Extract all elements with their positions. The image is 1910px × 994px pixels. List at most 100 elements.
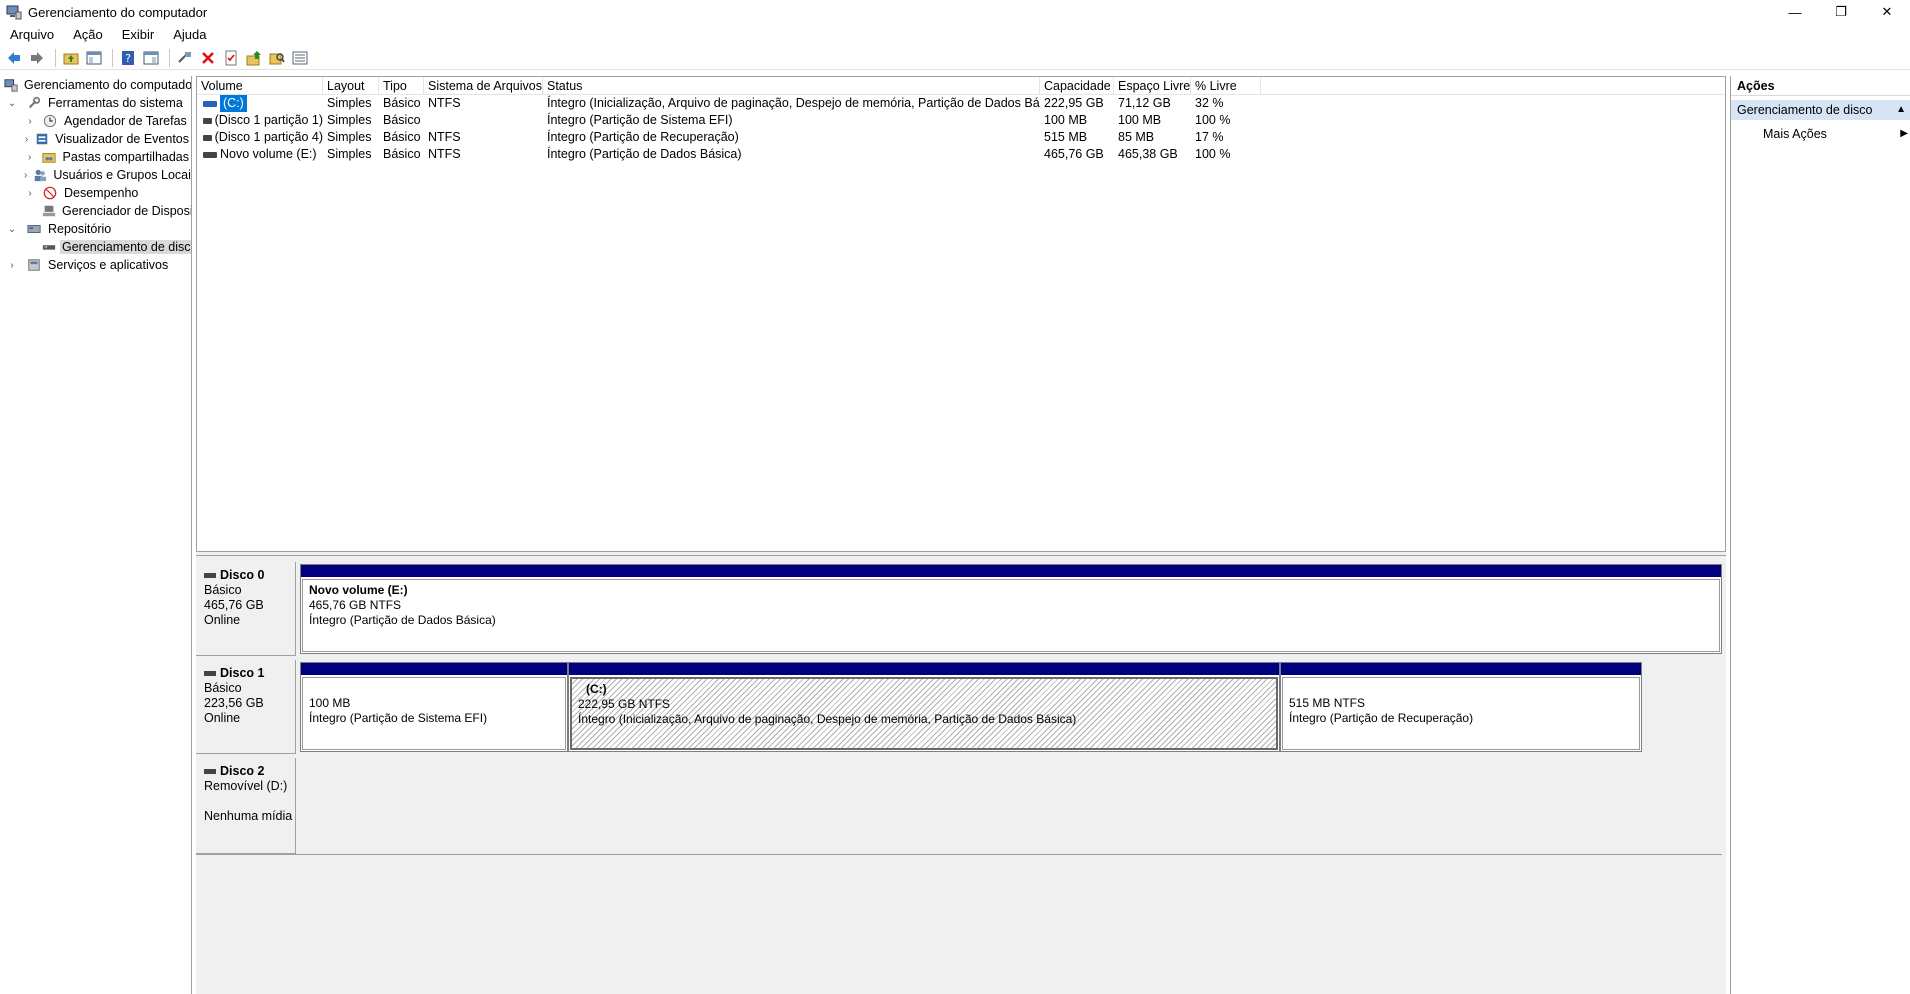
chevron-down-icon[interactable]: ⌄ — [6, 223, 18, 235]
column-header-layout[interactable]: Layout — [323, 77, 379, 95]
disk-label-2[interactable]: Disco 2 Removível (D:) Nenhuma mídia — [196, 758, 296, 854]
table-row[interactable]: (Disco 1 partição 1) Simples Básico Ínte… — [197, 112, 1725, 129]
menu-arquivo[interactable]: Arquivo — [0, 27, 63, 42]
cell-capacity: 515 MB — [1044, 130, 1088, 144]
forward-button[interactable] — [27, 48, 47, 68]
partition-c[interactable]: (C:) 222,95 GB NTFS Íntegro (Inicializaç… — [568, 662, 1280, 752]
tree-item-task-scheduler[interactable]: › Agendador de Tarefas — [0, 112, 191, 130]
up-folder-button[interactable] — [61, 48, 81, 68]
tree-label: Ferramentas do sistema — [48, 96, 183, 110]
show-hide-tree-button[interactable] — [84, 48, 104, 68]
column-header-status[interactable]: Status — [543, 77, 1040, 95]
users-icon — [33, 167, 47, 183]
tree-label: Serviços e aplicativos — [48, 258, 169, 272]
menu-exibir[interactable]: Exibir — [112, 27, 164, 42]
column-header-volume[interactable]: Volume — [197, 77, 323, 95]
connect-button[interactable] — [175, 48, 195, 68]
partition-size: 465,76 GB NTFS — [309, 598, 402, 612]
event-viewer-icon — [35, 131, 49, 147]
clock-icon — [42, 113, 58, 129]
column-header-type[interactable]: Tipo — [379, 77, 424, 95]
disk-row-0: Disco 0 Básico 465,76 GB Online Novo vol… — [196, 562, 1726, 656]
search-folder-button[interactable] — [267, 48, 287, 68]
tree-item-storage[interactable]: ⌄ Repositório — [0, 220, 191, 238]
table-row[interactable]: (C:) Simples Básico NTFS Íntegro (Inicia… — [197, 95, 1725, 112]
tree-item-event-viewer[interactable]: › Visualizador de Eventos — [0, 130, 191, 148]
chevron-right-icon[interactable]: › — [24, 169, 27, 181]
restore-button[interactable]: ❐ — [1818, 0, 1864, 24]
chevron-right-icon[interactable]: › — [24, 151, 35, 163]
storage-icon — [26, 221, 42, 237]
cell-percent-free: 17 % — [1195, 130, 1224, 144]
more-actions-item[interactable]: Mais Ações ▶ — [1731, 124, 1910, 144]
disk-map: Disco 0 Básico 465,76 GB Online Novo vol… — [196, 556, 1726, 994]
disk-label-1[interactable]: Disco 1 Básico 223,56 GB Online — [196, 660, 296, 754]
cell-status: Íntegro (Partição de Dados Básica) — [547, 147, 742, 161]
tree-label: Gerenciamento do computador (Local) — [24, 78, 192, 92]
disk-icon — [42, 239, 56, 255]
disk-name: Disco 0 — [220, 568, 265, 582]
cell-free-space: 100 MB — [1118, 113, 1162, 127]
tree-item-performance[interactable]: › Desempenho — [0, 184, 191, 202]
partition-recovery[interactable]: 515 MB NTFS Íntegro (Partição de Recuper… — [1280, 662, 1642, 752]
help-button[interactable]: ? — [118, 48, 138, 68]
cell-layout: Simples — [327, 96, 372, 110]
tree-item-root[interactable]: Gerenciamento do computador (Local) — [0, 76, 191, 94]
actions-header: Ações — [1731, 76, 1910, 96]
volume-list: Volume Layout Tipo Sistema de Arquivos S… — [196, 76, 1726, 552]
cell-filesystem — [424, 112, 543, 129]
cell-type: Básico — [383, 113, 421, 127]
column-header-free-space[interactable]: Espaço Livre — [1114, 77, 1191, 95]
partition-status: Íntegro (Partição de Sistema EFI) — [309, 711, 488, 725]
menu-acao[interactable]: Ação — [63, 27, 112, 42]
shared-folder-icon — [41, 149, 56, 165]
disk-icon — [204, 769, 216, 774]
cell-layout: Simples — [327, 130, 372, 144]
properties-button[interactable] — [221, 48, 241, 68]
collapse-up-icon[interactable]: ▲ — [1896, 100, 1906, 120]
chevron-right-icon[interactable]: › — [24, 115, 36, 127]
action-pane-button[interactable] — [141, 48, 161, 68]
partition-bar — [301, 663, 567, 675]
arrow-right-icon — [31, 51, 43, 64]
table-row[interactable]: (Disco 1 partição 4) Simples Básico NTFS… — [197, 129, 1725, 146]
column-header-percent-free[interactable]: % Livre — [1191, 77, 1261, 95]
title-bar: Gerenciamento do computador — ❐ ✕ — [0, 0, 1910, 24]
list-view-button[interactable] — [290, 48, 310, 68]
tree-label: Visualizador de Eventos — [55, 132, 189, 146]
disk-label-0[interactable]: Disco 0 Básico 465,76 GB Online — [196, 562, 296, 656]
cell-status: Íntegro (Inicialização, Arquivo de pagin… — [547, 96, 1040, 110]
drive-icon — [203, 117, 212, 124]
back-button[interactable] — [4, 48, 24, 68]
tree-item-system-tools[interactable]: ⌄ Ferramentas do sistema — [0, 94, 191, 112]
checklist-icon — [225, 50, 237, 65]
export-button[interactable] — [244, 48, 264, 68]
partition-efi[interactable]: 100 MB Íntegro (Partição de Sistema EFI) — [300, 662, 568, 752]
column-header-capacity[interactable]: Capacidade — [1040, 77, 1114, 95]
chevron-right-icon[interactable]: › — [24, 187, 36, 199]
tree-item-shared-folders[interactable]: › Pastas compartilhadas — [0, 148, 191, 166]
folder-search-icon — [269, 52, 285, 64]
chevron-down-icon[interactable]: ⌄ — [6, 97, 18, 109]
tree-item-device-manager[interactable]: Gerenciador de Dispositivos — [0, 202, 191, 220]
chevron-right-icon[interactable]: › — [6, 259, 18, 271]
actions-section-disk-management[interactable]: Gerenciamento de disco ▲ — [1731, 100, 1910, 120]
chevron-right-icon[interactable]: › — [24, 133, 29, 145]
table-row[interactable]: Novo volume (E:) Simples Básico NTFS Ínt… — [197, 146, 1725, 163]
disk-row-1: Disco 1 Básico 223,56 GB Online 100 MB Í… — [196, 660, 1726, 754]
menu-ajuda[interactable]: Ajuda — [163, 27, 215, 42]
tree-item-disk-management[interactable]: Gerenciamento de disco — [0, 238, 191, 256]
column-header-filesystem[interactable]: Sistema de Arquivos — [424, 77, 543, 95]
close-button[interactable]: ✕ — [1864, 0, 1910, 24]
minimize-button[interactable]: — — [1772, 0, 1818, 24]
partition-e[interactable]: Novo volume (E:) 465,76 GB NTFS Íntegro … — [300, 564, 1722, 654]
tree-label: Repositório — [48, 222, 112, 236]
tree-label: Agendador de Tarefas — [64, 114, 187, 128]
performance-icon — [42, 185, 58, 201]
tree-item-services[interactable]: › Serviços e aplicativos — [0, 256, 191, 274]
disk-state: Online — [204, 711, 241, 725]
volume-name: (Disco 1 partição 4) — [214, 130, 323, 144]
tree-item-local-users[interactable]: › Usuários e Grupos Locais — [0, 166, 191, 184]
cell-layout: Simples — [327, 147, 372, 161]
delete-button[interactable] — [198, 48, 218, 68]
